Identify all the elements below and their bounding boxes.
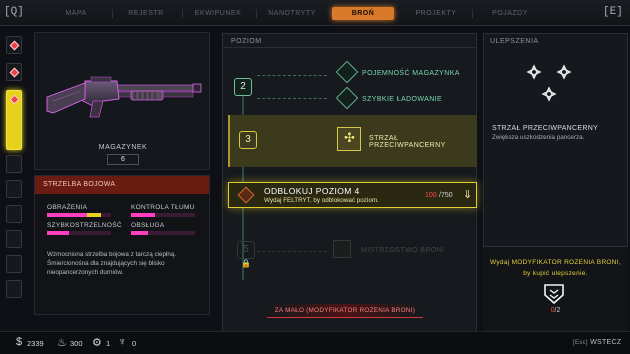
- branch-line: [257, 98, 327, 99]
- feltrite-amount: 300: [70, 339, 83, 348]
- weapon-mod-small-icon: ♆: [118, 336, 127, 348]
- stat-fill: [131, 213, 156, 217]
- weapon-slot[interactable]: [6, 230, 22, 248]
- stat-fill: [47, 213, 87, 217]
- resource-need: /2: [554, 307, 561, 314]
- stat-label-damage: OBRAŻENIA: [47, 204, 88, 211]
- weapon-slot[interactable]: [6, 180, 22, 198]
- perk-magazine-capacity[interactable]: POJEMNOŚĆ MAGAZYNKA: [362, 70, 460, 77]
- weapon-info-panel: STRZELBA BOJOWA OBRAŻENIA KONTROLA TŁUMU…: [34, 175, 210, 315]
- upgrades-header: ULEPSZENIA: [490, 38, 539, 45]
- tab-divider: [182, 9, 183, 18]
- weapon-preview-panel: MAGAZYNEK 6: [34, 32, 210, 170]
- alert-diamond-icon: [9, 67, 20, 78]
- upgrade-resource-count: 0/2: [483, 307, 628, 314]
- unlock-level-4-box[interactable]: ODBLOKUJ POZIOM 4 Wydaj FELTRYT, by odbl…: [228, 182, 477, 208]
- level-3-badge: 3: [239, 131, 257, 149]
- money-amount: 2339: [27, 339, 44, 348]
- item-4-amount: 0: [132, 339, 137, 348]
- back-label: WSTECZ: [590, 339, 622, 346]
- weapon-name: STRZELBA BOJOWA: [35, 176, 209, 194]
- armor-piercing-shot-icon[interactable]: ✣: [337, 127, 361, 151]
- level-5-badge: 5: [237, 241, 255, 259]
- tab-projekty[interactable]: PROJEKTY: [406, 7, 466, 20]
- weapon-mod-icon: [544, 284, 564, 305]
- stat-bar-damage: [47, 213, 111, 217]
- level-2-badge: 2: [234, 78, 252, 96]
- hold-press-icon: ⇓: [463, 189, 473, 201]
- stat-fill: [131, 231, 148, 235]
- lock-icon: 🔒: [241, 259, 251, 268]
- perk-armor-piercing-shot[interactable]: STRZAŁ PRZECIWPANCERNY: [369, 135, 477, 149]
- level-3-row[interactable]: 3 ✣ STRZAŁ PRZECIWPANCERNY: [228, 115, 477, 167]
- stat-bar-handling: [131, 231, 195, 235]
- unlock-level-subtitle: Wydaj FELTRYT, by odblokować poziom.: [264, 197, 379, 204]
- stat-label-fire-rate: SZYBKOSTRZELNOŚĆ: [47, 222, 122, 229]
- shotgun-image: [46, 76, 202, 118]
- item-3-amount: 1: [106, 339, 111, 348]
- weapon-slot-selected[interactable]: [6, 90, 22, 150]
- weapon-slot[interactable]: [6, 63, 22, 81]
- tab-divider: [256, 9, 257, 18]
- money-icon: $: [16, 336, 23, 348]
- upgrade-description: Zwiększa uszkodzenia pancerza.: [492, 134, 585, 141]
- branch-line: [257, 75, 327, 76]
- crosshair-glyph: ✣: [344, 130, 355, 145]
- level-header: POZIOM: [223, 34, 476, 48]
- branch-line: [257, 251, 327, 252]
- perk-weapon-mastery: MISTRZOSTWO BRONI: [361, 247, 445, 254]
- gear-icon: ⚙: [92, 337, 102, 349]
- tab-bron[interactable]: BROŃ: [332, 7, 394, 20]
- magazine-value: 6: [107, 154, 139, 165]
- tab-divider: [112, 9, 113, 18]
- tab-mapa[interactable]: MAPA: [48, 7, 104, 20]
- stat-label-handling: OBSŁUGA: [131, 222, 165, 229]
- magazine-capacity-icon[interactable]: [335, 60, 359, 84]
- tab-divider: [472, 9, 473, 18]
- stat-fill: [47, 231, 69, 235]
- unlock-level-title: ODBLOKUJ POZIOM 4: [264, 186, 360, 196]
- weapon-mastery-icon: [333, 240, 351, 258]
- resource-bar: $ 2339 ♨ 300 ⚙ 1 ♆ 0 [Esc] WSTECZ: [0, 331, 630, 354]
- back-button[interactable]: [Esc] WSTECZ: [573, 339, 621, 346]
- top-nav-bar: [Q] [E] MAPA REJESTR EKWIPUNEK NANOTRYTY…: [0, 0, 630, 26]
- stat-label-crowd-control: KONTROLA TŁUMU: [131, 204, 195, 211]
- upgrade-requirement-text: Wydaj MODYFIKATOR ROZENIA BRONI, by kupi…: [489, 259, 621, 277]
- cost-have: 100: [425, 192, 437, 199]
- cost-need: /750: [439, 192, 453, 199]
- magazine-label: MAGAZYNEK: [98, 144, 148, 151]
- stat-bar-crowd-control: [131, 213, 195, 217]
- tab-pojazdy[interactable]: POJAZDY: [480, 7, 540, 20]
- back-key: [Esc]: [573, 340, 588, 346]
- perk-fast-reload[interactable]: SZYBKIE ŁADOWANIE: [362, 96, 442, 103]
- fast-reload-icon[interactable]: [335, 86, 359, 110]
- stat-bonus-fill: [86, 213, 101, 217]
- weapon-slot[interactable]: [6, 205, 22, 223]
- prev-tab-key[interactable]: [Q]: [4, 6, 24, 18]
- weapon-slot[interactable]: [6, 280, 22, 298]
- alert-diamond-icon: [9, 40, 20, 51]
- weapon-description: Wzmocniona strzelba bojowa z tarczą ciep…: [47, 251, 177, 276]
- tab-ekwipunek[interactable]: EKWIPUNEK: [188, 7, 248, 20]
- lock-diamond-icon: [237, 186, 255, 204]
- upgrade-name: STRZAŁ PRZECIWPANCERNY: [492, 125, 599, 132]
- upgrade-markers-icon: [526, 64, 572, 102]
- weapon-slot[interactable]: [6, 155, 22, 173]
- insufficient-resources-alert: ZA MAŁO (MODYFIKATOR ROZENIA BRONI): [267, 304, 423, 318]
- next-tab-key[interactable]: [E]: [603, 6, 623, 18]
- tab-nanotryty[interactable]: NANOTRYTY: [262, 7, 322, 20]
- feltrite-icon: ♨: [57, 337, 67, 349]
- tab-rejestr[interactable]: REJESTR: [118, 7, 174, 20]
- weapon-slot[interactable]: [6, 255, 22, 273]
- alert-diamond-icon: [9, 94, 20, 105]
- upgrade-requirement-box: Wydaj MODYFIKATOR ROZENIA BRONI, by kupi…: [483, 246, 628, 333]
- stat-bar-fire-rate: [47, 231, 111, 235]
- weapon-slot[interactable]: [6, 36, 22, 54]
- weapon-slot-strip: [0, 30, 28, 320]
